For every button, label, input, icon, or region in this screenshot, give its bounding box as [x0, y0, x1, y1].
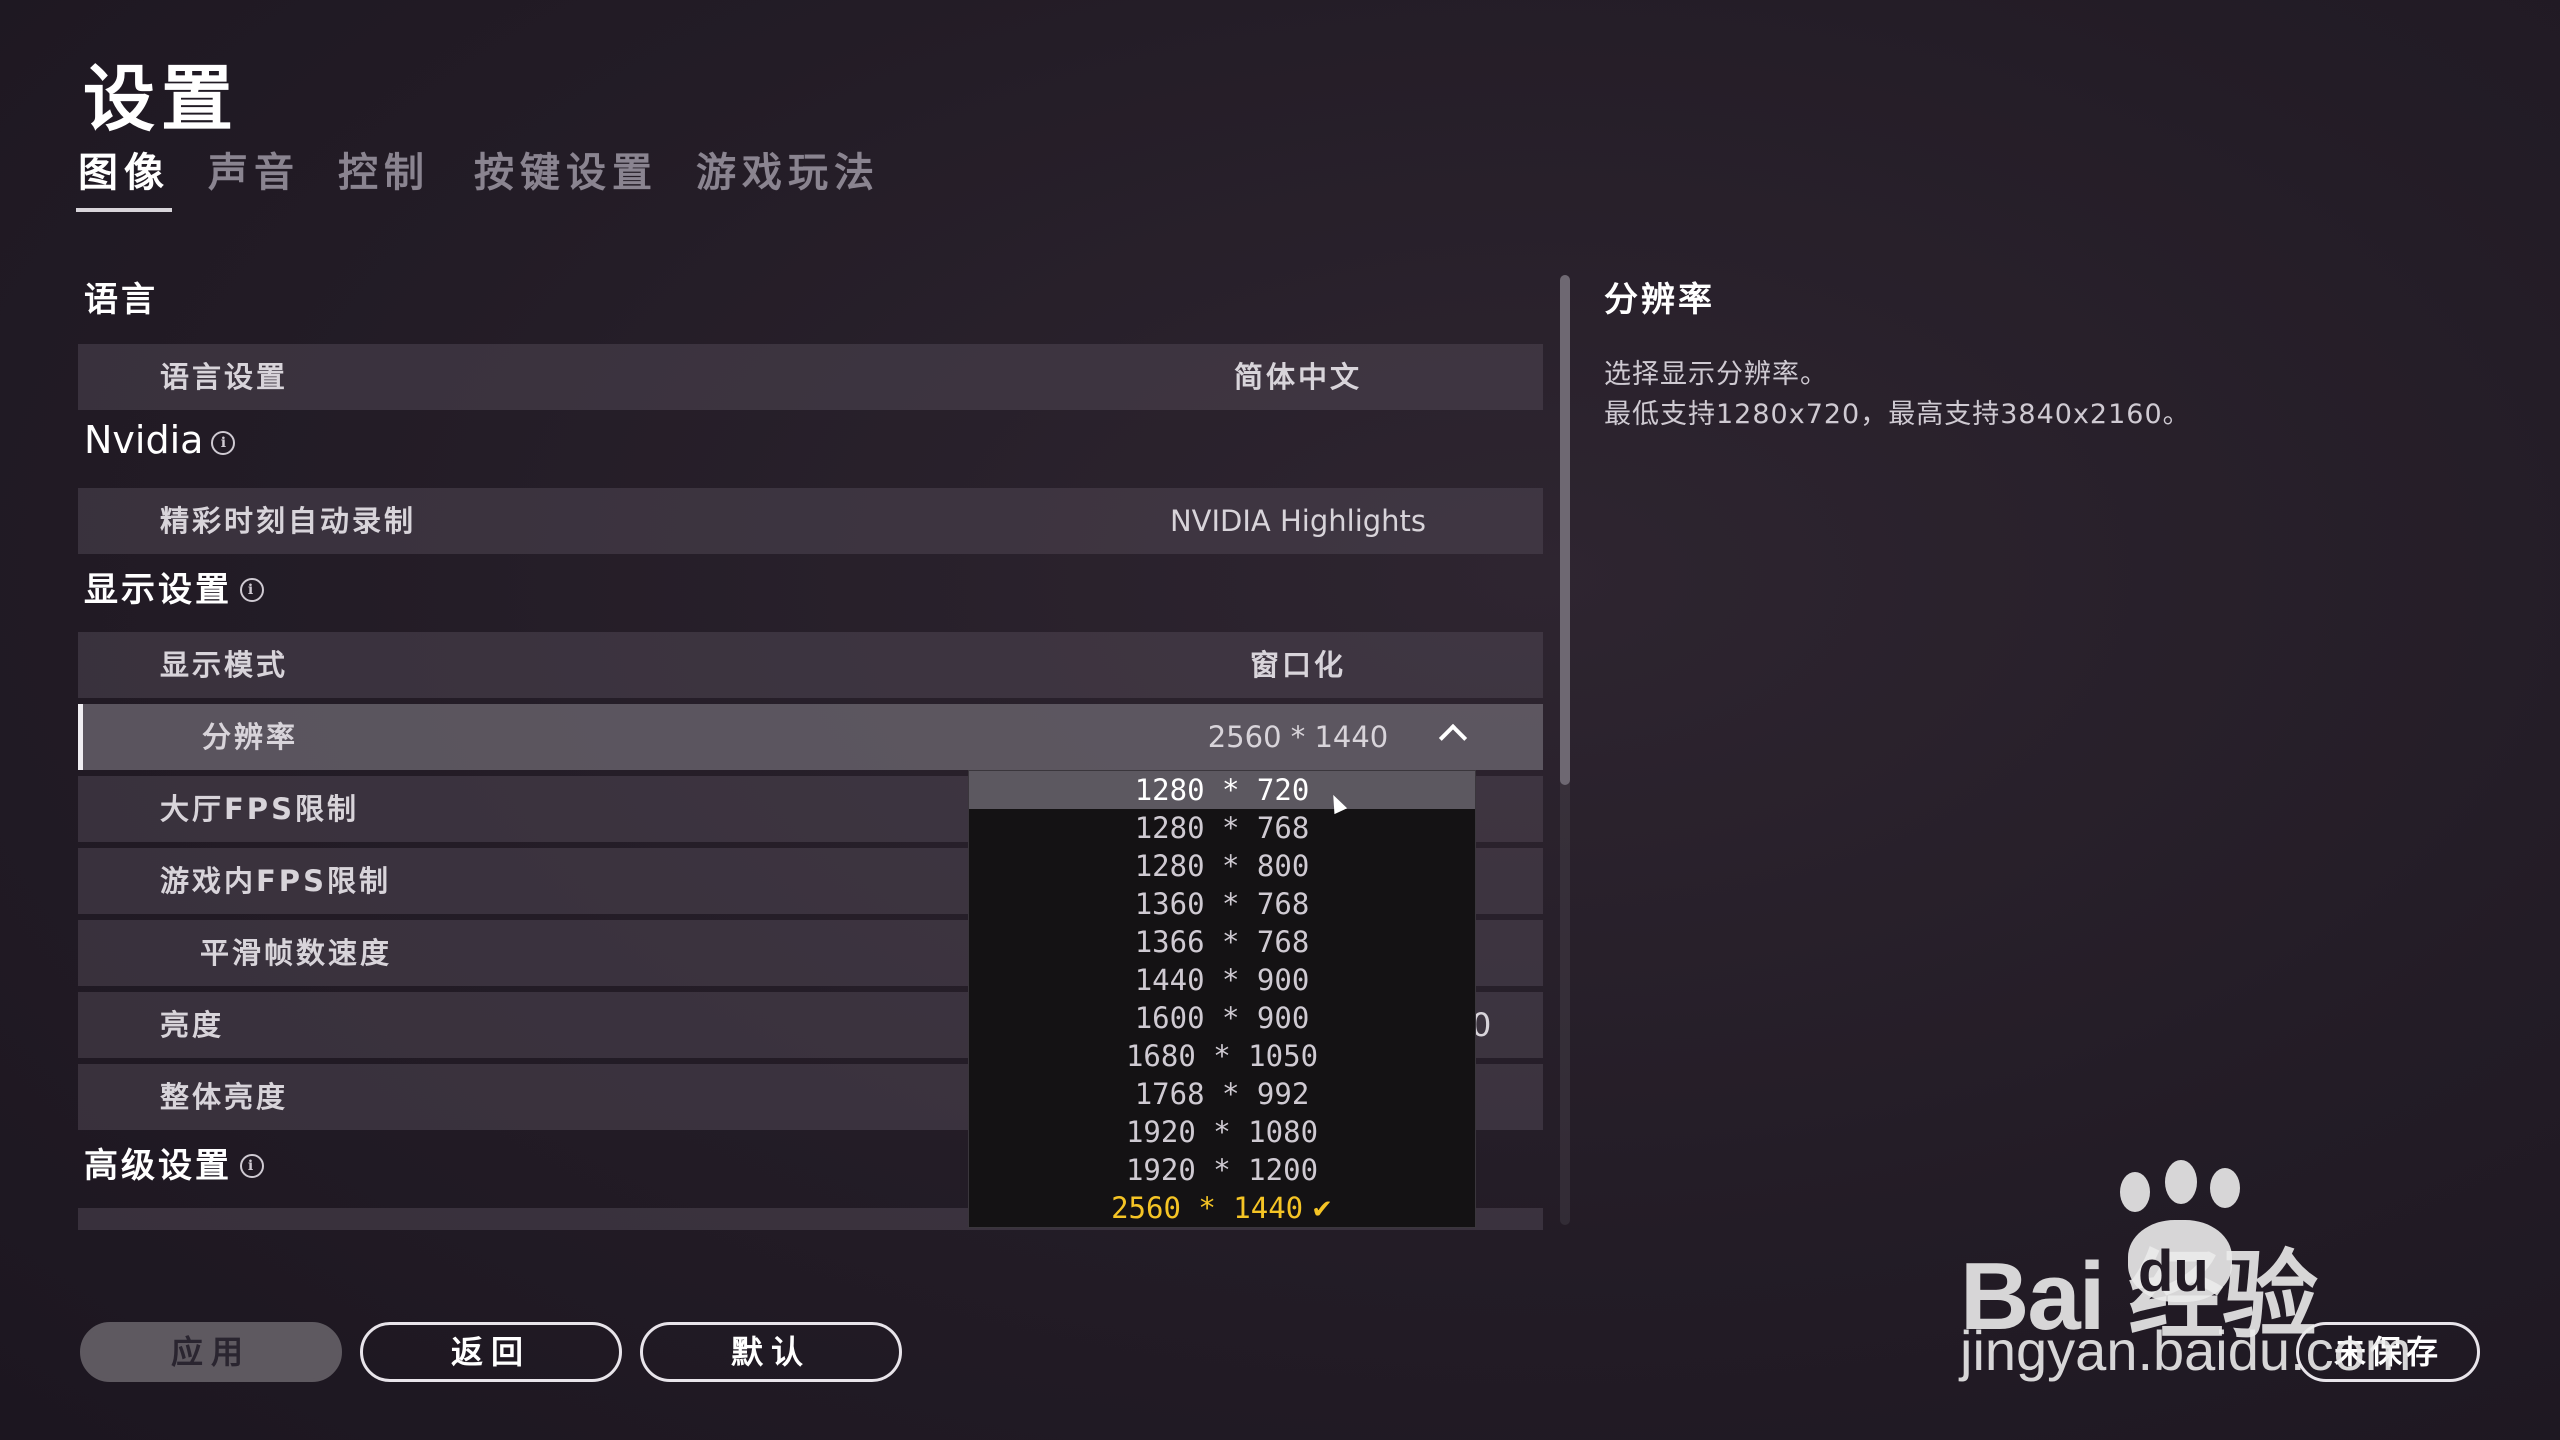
resolution-option[interactable]: 1366 * 768 — [969, 923, 1475, 961]
section-title-display: 显示设置 i — [84, 562, 264, 611]
setting-value: 简体中文 — [1233, 360, 1362, 394]
setting-label: 大厅FPS限制 — [160, 792, 359, 826]
setting-label: 平滑帧数速度 — [200, 936, 393, 970]
setting-label: 整体亮度 — [160, 1080, 289, 1114]
apply-button[interactable]: 应用 — [80, 1322, 342, 1382]
tab-keybindings[interactable]: 按键设置 — [474, 140, 658, 198]
info-icon[interactable]: i — [240, 577, 264, 602]
watermark-du: du — [2138, 1239, 2209, 1304]
resolution-option[interactable]: 1768 * 992 — [969, 1075, 1475, 1113]
resolution-option-selected[interactable]: 2560 * 1440 ✔ — [969, 1189, 1475, 1227]
resolution-option[interactable]: 1360 * 768 — [969, 885, 1475, 923]
settings-scrollbar[interactable] — [1560, 275, 1570, 1225]
section-title-nvidia: Nvidia i — [84, 418, 236, 462]
paw-icon — [2165, 1160, 2197, 1204]
baidu-watermark: Bai 经验 du jingyan.baidu.com — [1960, 1160, 2560, 1410]
setting-label: 精彩时刻自动录制 — [160, 504, 417, 538]
resolution-option[interactable]: 1280 * 800 — [969, 847, 1475, 885]
setting-row-highlights[interactable]: 精彩时刻自动录制 NVIDIA Highlights — [78, 488, 1543, 554]
tab-control[interactable]: 控制 — [338, 140, 430, 198]
resolution-option[interactable]: 1680 * 1050 — [969, 1037, 1475, 1075]
setting-label: 亮度 — [160, 1008, 225, 1042]
setting-label: 语言设置 — [160, 360, 289, 394]
page-title: 设置 — [83, 57, 240, 141]
section-title-advanced: 高级设置 i — [84, 1138, 264, 1187]
paw-icon — [2210, 1168, 2240, 1208]
setting-label: 显示模式 — [160, 648, 289, 682]
setting-value: 窗口化 — [1249, 648, 1346, 682]
setting-row-display-mode[interactable]: 显示模式 窗口化 — [78, 632, 1543, 698]
scrollbar-thumb[interactable] — [1560, 275, 1570, 785]
resolution-option[interactable]: 1440 * 900 — [969, 961, 1475, 999]
check-icon: ✔ — [1311, 1195, 1333, 1225]
watermark-url: jingyan.baidu.com — [1960, 1319, 2412, 1382]
description-text: 最低支持1280x720，最高支持3840x2160。 — [1604, 399, 2191, 430]
resolution-option-label: 2560 * 1440 — [1111, 1191, 1304, 1225]
section-title-language: 语言 — [84, 280, 158, 320]
setting-label: 游戏内FPS限制 — [160, 864, 391, 898]
tab-graphics[interactable]: 图像 — [76, 140, 172, 212]
setting-row-resolution[interactable]: 分辨率 2560 * 1440 — [78, 704, 1543, 770]
resolution-dropdown: 1280 * 720 1280 * 768 1280 * 800 1360 * … — [968, 770, 1476, 1228]
resolution-option[interactable]: 1920 * 1200 — [969, 1151, 1475, 1189]
resolution-option[interactable]: 1280 * 720 — [969, 771, 1475, 809]
resolution-option[interactable]: 1280 * 768 — [969, 809, 1475, 847]
tab-sound[interactable]: 声音 — [208, 140, 300, 198]
tab-gameplay[interactable]: 游戏玩法 — [696, 140, 880, 198]
resolution-option[interactable]: 1600 * 900 — [969, 999, 1475, 1037]
info-icon[interactable]: i — [211, 431, 236, 455]
setting-value: 2560 * 1440 — [1207, 720, 1389, 754]
default-button[interactable]: 默认 — [640, 1322, 902, 1382]
description-title: 分辨率 — [1604, 280, 1715, 320]
paw-icon — [2120, 1172, 2150, 1212]
setting-value: NVIDIA Highlights — [1169, 504, 1427, 538]
info-icon[interactable]: i — [240, 1153, 264, 1178]
setting-row-language[interactable]: 语言设置 简体中文 — [78, 344, 1543, 410]
description-text: 选择显示分辨率。 — [1604, 359, 1828, 390]
setting-label: 分辨率 — [202, 720, 299, 754]
resolution-option[interactable]: 1920 * 1080 — [969, 1113, 1475, 1151]
back-button[interactable]: 返回 — [360, 1322, 622, 1382]
